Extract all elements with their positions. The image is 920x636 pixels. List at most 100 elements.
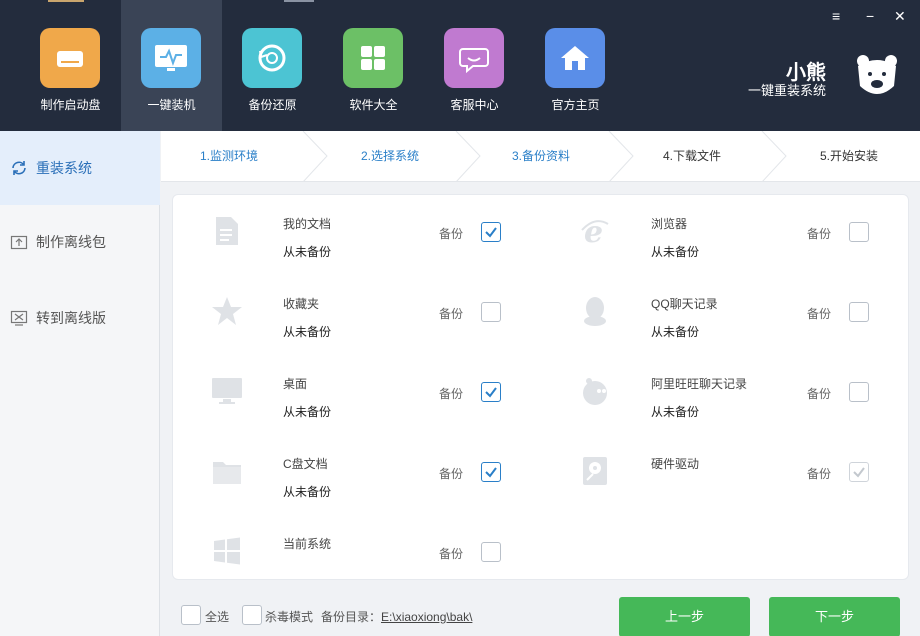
sidebar-item-label: 制作离线包 bbox=[36, 234, 106, 250]
backup-item: 硬件驱动 备份 bbox=[543, 435, 903, 515]
backup-label: 备份 bbox=[807, 387, 832, 401]
item-title: 收藏夹 bbox=[283, 297, 320, 311]
minimize-button[interactable]: − bbox=[866, 8, 874, 24]
backup-checkbox[interactable] bbox=[481, 462, 501, 482]
backup-checkbox[interactable] bbox=[481, 222, 501, 242]
check-icon bbox=[485, 227, 497, 238]
backup-item: 阿里旺旺聊天记录 从未备份 备份 bbox=[543, 355, 903, 435]
antivirus-mode-checkbox[interactable] bbox=[242, 605, 262, 625]
offline-icon bbox=[10, 309, 28, 327]
sidebar-item-reinstall[interactable]: 重装系统 bbox=[0, 131, 160, 205]
backup-checkbox[interactable] bbox=[481, 302, 501, 322]
backup-checkbox[interactable] bbox=[481, 542, 501, 562]
upload-box-icon bbox=[10, 233, 28, 251]
backup-checkbox[interactable] bbox=[849, 302, 869, 322]
select-all-label: 全选 bbox=[205, 610, 230, 624]
backup-panel: 我的文档 从未备份 备份 e 浏览器 从未备份 备份 收藏夹 从未备份 备份 Q… bbox=[172, 194, 909, 580]
sidebar-item-label: 重装系统 bbox=[36, 160, 92, 176]
item-title: 浏览器 bbox=[651, 217, 688, 231]
backup-dir-link[interactable]: E:\xiaoxiong\bak\ bbox=[381, 610, 472, 624]
brand: 小熊 一键重装系统 bbox=[740, 52, 900, 102]
step-5: 5.开始安装 bbox=[820, 149, 879, 163]
antivirus-mode-label: 杀毒模式 bbox=[265, 610, 314, 624]
wangwang-icon bbox=[579, 375, 611, 407]
usb-drive-icon bbox=[40, 28, 100, 88]
backup-label: 备份 bbox=[439, 307, 464, 321]
check-icon bbox=[485, 467, 497, 478]
backup-item: 当前系统 备份 bbox=[175, 515, 535, 595]
bear-logo-icon bbox=[857, 55, 897, 94]
nav-label: 一键装机 bbox=[147, 98, 196, 112]
backup-checkbox[interactable] bbox=[849, 222, 869, 242]
backup-label: 备份 bbox=[439, 387, 464, 401]
desktop-icon bbox=[211, 375, 243, 407]
step-4: 4.下载文件 bbox=[663, 149, 722, 163]
nav-item-home[interactable]: 官方主页 bbox=[525, 0, 626, 131]
backup-label: 备份 bbox=[439, 467, 464, 481]
backup-label: 备份 bbox=[439, 547, 464, 561]
nav-label: 官方主页 bbox=[551, 98, 600, 112]
chevron-right-icon bbox=[302, 131, 328, 182]
check-icon bbox=[853, 467, 865, 478]
chat-bubble-icon bbox=[444, 28, 504, 88]
nav-label: 客服中心 bbox=[450, 98, 499, 112]
item-title: 硬件驱动 bbox=[651, 457, 700, 471]
driver-disk-icon bbox=[579, 455, 611, 487]
windows-icon bbox=[211, 535, 243, 567]
step-2: 2.选择系统 bbox=[361, 149, 420, 163]
sidebar-item-offline-package[interactable]: 制作离线包 bbox=[0, 205, 160, 279]
prev-button[interactable]: 上一步 bbox=[619, 597, 750, 636]
step-3: 3.备份资料 bbox=[512, 149, 571, 163]
backup-checkbox bbox=[849, 462, 869, 482]
brand-subtitle: 一键重装系统 bbox=[747, 83, 826, 98]
document-icon bbox=[211, 215, 243, 247]
sidebar: 重装系统 制作离线包 转到离线版 bbox=[0, 131, 160, 636]
nav-item-backup[interactable]: 备份还原 bbox=[222, 0, 323, 131]
backup-item: QQ聊天记录 从未备份 备份 bbox=[543, 275, 903, 355]
backup-checkbox[interactable] bbox=[849, 382, 869, 402]
item-status: 从未备份 bbox=[283, 245, 332, 259]
next-button[interactable]: 下一步 bbox=[769, 597, 900, 636]
backup-item: e 浏览器 从未备份 备份 bbox=[543, 195, 903, 275]
nav-item-usb[interactable]: 制作启动盘 bbox=[20, 0, 121, 131]
chevron-right-icon bbox=[455, 131, 481, 182]
restore-icon bbox=[242, 28, 302, 88]
bottom-bar: 全选 杀毒模式 备份目录：E:\xiaoxiong\bak\ 上一步 下一步 bbox=[161, 592, 920, 636]
top-bar: 制作启动盘 一键装机 备份还原 软件大全 客服中心 官方主页 ≡ − ✕ 小熊 bbox=[0, 0, 920, 131]
close-button[interactable]: ✕ bbox=[894, 8, 906, 25]
item-title: 当前系统 bbox=[283, 537, 332, 551]
ie-icon: e bbox=[579, 215, 611, 247]
nav-label: 备份还原 bbox=[248, 98, 297, 112]
nav-item-service[interactable]: 客服中心 bbox=[424, 0, 525, 131]
backup-label: 备份 bbox=[807, 467, 832, 481]
home-icon bbox=[545, 28, 605, 88]
step-bar: 1.监测环境 2.选择系统 3.备份资料 4.下载文件 5.开始安装 bbox=[161, 131, 920, 182]
backup-dir-label: 备份目录： bbox=[321, 610, 382, 624]
star-icon bbox=[211, 295, 243, 327]
item-title: 桌面 bbox=[283, 377, 308, 391]
sidebar-item-label: 转到离线版 bbox=[36, 310, 106, 326]
item-status: 从未备份 bbox=[651, 325, 700, 339]
backup-item: 我的文档 从未备份 备份 bbox=[175, 195, 535, 275]
apps-grid-icon bbox=[343, 28, 403, 88]
backup-item: 桌面 从未备份 备份 bbox=[175, 355, 535, 435]
nav-item-software[interactable]: 软件大全 bbox=[323, 0, 424, 131]
nav-item-install[interactable]: 一键装机 bbox=[121, 0, 222, 131]
backup-dir: 备份目录：E:\xiaoxiong\bak\ bbox=[321, 608, 472, 625]
backup-label: 备份 bbox=[807, 227, 832, 241]
sidebar-item-offline-version[interactable]: 转到离线版 bbox=[0, 281, 160, 355]
item-title: C盘文档 bbox=[283, 457, 328, 471]
menu-button[interactable]: ≡ bbox=[832, 8, 840, 24]
item-status: 从未备份 bbox=[283, 485, 332, 499]
item-title: 阿里旺旺聊天记录 bbox=[651, 377, 748, 391]
select-all-checkbox[interactable] bbox=[181, 605, 201, 625]
item-status: 从未备份 bbox=[283, 405, 332, 419]
item-title: 我的文档 bbox=[283, 217, 332, 231]
backup-label: 备份 bbox=[439, 227, 464, 241]
item-status: 从未备份 bbox=[283, 325, 332, 339]
chevron-right-icon bbox=[761, 131, 787, 182]
backup-checkbox[interactable] bbox=[481, 382, 501, 402]
check-icon bbox=[485, 387, 497, 398]
nav-label: 制作启动盘 bbox=[40, 98, 101, 112]
step-1: 1.监测环境 bbox=[200, 149, 259, 163]
